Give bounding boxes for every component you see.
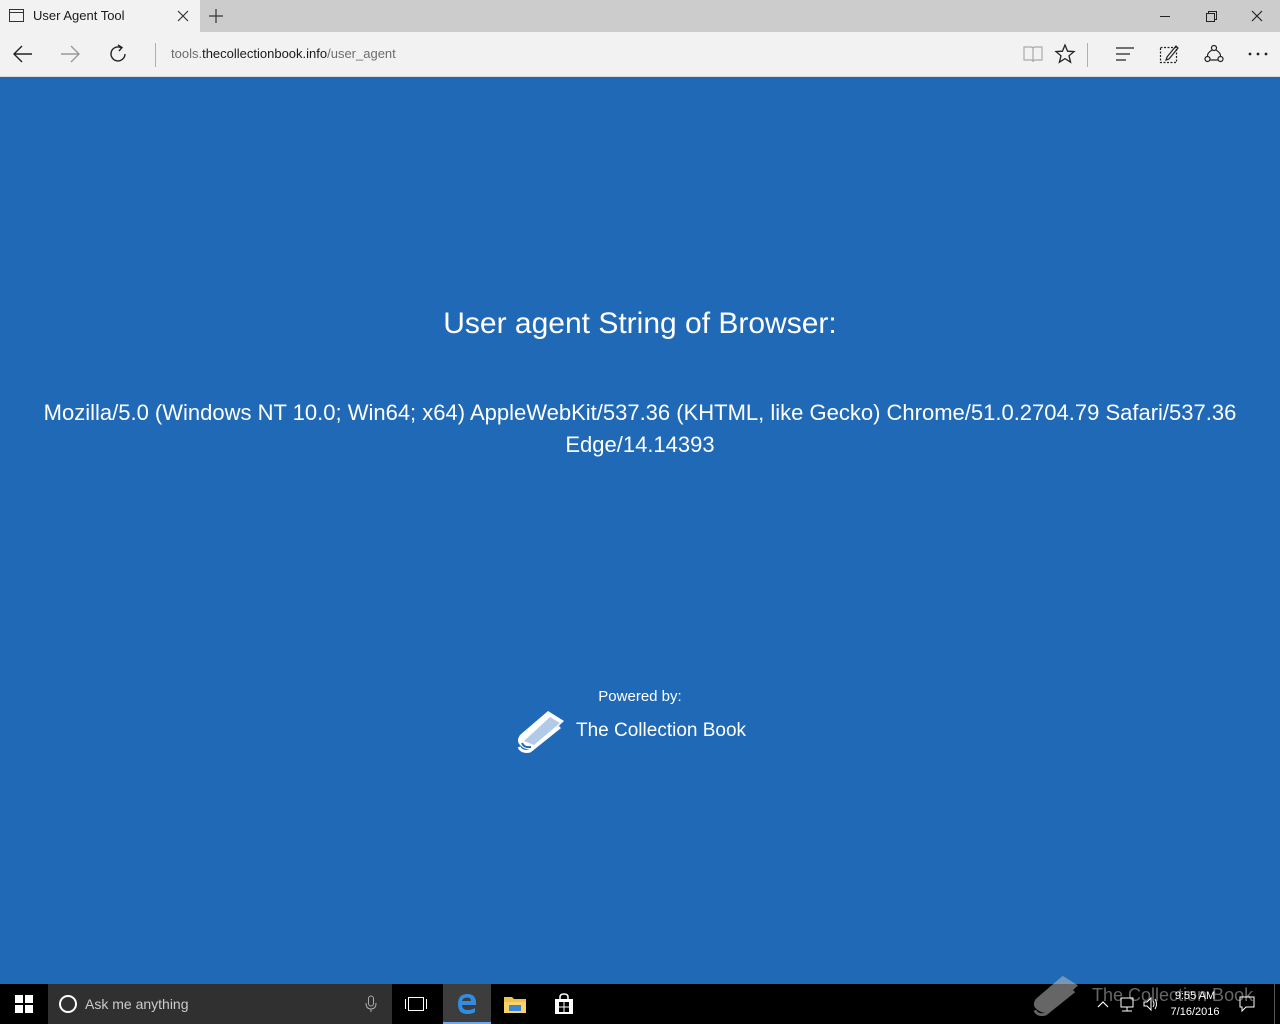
- title-bar: User Agent Tool: [0, 0, 1280, 32]
- close-window-icon[interactable]: [1249, 8, 1265, 24]
- microphone-icon[interactable]: [364, 995, 378, 1013]
- edge-taskbar-button[interactable]: [443, 984, 491, 1024]
- address-bar[interactable]: tools.thecollectionbook.info/user_agent: [171, 46, 396, 61]
- page-heading: User agent String of Browser:: [443, 307, 837, 340]
- taskbar: Ask me anything The Collection Book 9:55…: [0, 975, 1280, 1024]
- windows-logo-icon: [15, 995, 33, 1013]
- address-prefix: tools.: [171, 46, 203, 61]
- edge-icon: [455, 991, 479, 1015]
- user-agent-string: Mozilla/5.0 (Windows NT 10.0; Win64; x64…: [43, 400, 1237, 457]
- clock-time: 9:55 AM: [1174, 990, 1216, 1002]
- network-icon[interactable]: [1118, 994, 1136, 1014]
- back-arrow-icon[interactable]: [12, 43, 34, 65]
- restore-icon[interactable]: [1203, 8, 1219, 24]
- page-icon: [9, 9, 24, 22]
- address-divider: [155, 43, 156, 67]
- minimize-icon[interactable]: [1157, 8, 1173, 24]
- clock-date: 7/16/2016: [1170, 1006, 1220, 1018]
- address-host: thecollectionbook.info: [202, 46, 328, 61]
- tab-title: User Agent Tool: [33, 8, 125, 23]
- forward-arrow-icon[interactable]: [59, 43, 81, 65]
- page-content: User agent String of Browser: Mozilla/5.…: [0, 77, 1280, 984]
- start-button[interactable]: [0, 984, 48, 1024]
- address-path: /user_agent: [327, 46, 396, 61]
- show-desktop-button[interactable]: [1274, 984, 1275, 1024]
- toolbar-divider: [1087, 43, 1088, 67]
- search-box[interactable]: Ask me anything: [48, 984, 392, 1024]
- brand-name: The Collection Book: [576, 720, 747, 741]
- refresh-icon[interactable]: [107, 43, 129, 65]
- volume-icon[interactable]: [1142, 994, 1160, 1014]
- file-explorer-button[interactable]: [491, 984, 539, 1024]
- web-note-icon[interactable]: [1158, 43, 1180, 65]
- book-icon: [514, 707, 566, 755]
- chevron-up-icon[interactable]: [1096, 994, 1110, 1014]
- more-options-icon[interactable]: [1247, 43, 1269, 65]
- new-tab-plus-icon[interactable]: [208, 8, 224, 24]
- hub-icon[interactable]: [1114, 43, 1136, 65]
- favorite-star-icon[interactable]: [1054, 43, 1076, 65]
- tab-user-agent-tool[interactable]: User Agent Tool: [0, 0, 200, 32]
- store-bag-icon: [553, 993, 575, 1015]
- share-icon[interactable]: [1203, 43, 1225, 65]
- folder-icon: [503, 993, 527, 1015]
- reading-view-icon[interactable]: [1022, 43, 1044, 65]
- browser-toolbar: tools.thecollectionbook.info/user_agent: [0, 32, 1280, 77]
- system-clock[interactable]: 9:55 AM 7/16/2016: [1160, 988, 1230, 1020]
- task-view-button[interactable]: [392, 984, 440, 1024]
- brand-link[interactable]: The Collection Book: [514, 707, 746, 755]
- close-tab-icon[interactable]: [176, 9, 190, 23]
- powered-by-label: Powered by:: [598, 688, 682, 705]
- notification-icon[interactable]: [1238, 994, 1256, 1014]
- watermark-book-icon: [1033, 975, 1078, 1017]
- task-view-icon: [404, 995, 428, 1013]
- cortana-icon: [58, 994, 78, 1014]
- store-button[interactable]: [540, 984, 588, 1024]
- search-placeholder: Ask me anything: [85, 996, 189, 1012]
